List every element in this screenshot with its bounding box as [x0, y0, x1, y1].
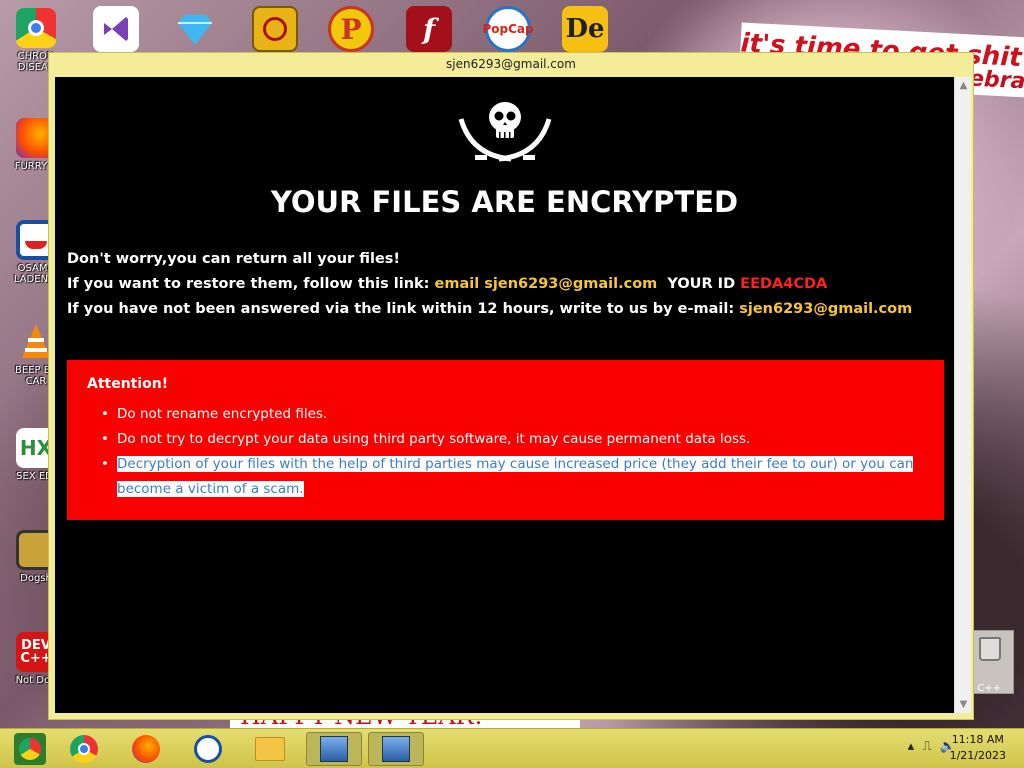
taskbar-chrome[interactable]: [58, 732, 110, 766]
ransom-note: YOUR FILES ARE ENCRYPTED Don't worry,you…: [55, 77, 954, 713]
visual-studio-icon[interactable]: [93, 6, 139, 52]
clock[interactable]: 11:18 AM 1/21/2023: [950, 732, 1006, 764]
setup-icon: [320, 736, 348, 762]
chrome-icon: [16, 8, 56, 48]
popcap-icon[interactable]: PopCap: [482, 6, 534, 52]
network-icon[interactable]: ⎍: [922, 739, 931, 754]
show-hidden-icons-icon[interactable]: ▴: [908, 739, 915, 754]
p-game-icon[interactable]: P: [328, 6, 374, 52]
ransom-window[interactable]: sjen6293@gmail.com YOUR FILES ARE ENCRYP…: [48, 52, 974, 720]
headline: YOUR FILES ARE ENCRYPTED: [270, 185, 739, 219]
diamond-icon[interactable]: [172, 6, 218, 52]
de-icon[interactable]: De: [562, 6, 608, 52]
setup-icon: [382, 736, 410, 762]
taskbar-app-1[interactable]: [306, 732, 362, 766]
taskbar-firefox[interactable]: [120, 732, 172, 766]
chrome-icon: [70, 735, 98, 763]
vertical-scrollbar[interactable]: ▲ ▼: [954, 77, 971, 713]
attention-item-selected: Decryption of your files with the help o…: [87, 452, 924, 502]
chinese-app-icon[interactable]: [252, 6, 298, 52]
clock-date: 1/21/2023: [949, 749, 1006, 762]
recycle-bin-icon: [979, 637, 1001, 661]
line-3: If you have not been answered via the li…: [67, 301, 913, 317]
window-title: sjen6293@gmail.com: [446, 57, 576, 71]
restore-email-link[interactable]: email sjen6293@gmail.com: [435, 276, 658, 292]
obama-logo-icon: [194, 735, 222, 763]
start-button[interactable]: [4, 732, 56, 766]
taskbar-obama[interactable]: [182, 732, 234, 766]
start-chrome-icon: [14, 733, 46, 765]
flash-icon[interactable]: f: [406, 6, 452, 52]
attention-item: Do not rename encrypted files.: [87, 402, 924, 427]
scroll-down-icon[interactable]: ▼: [955, 696, 972, 713]
attention-box: Attention! Do not rename encrypted files…: [67, 360, 944, 520]
firefox-icon: [132, 735, 160, 763]
clock-time: 11:18 AM: [951, 733, 1004, 746]
contact-email[interactable]: sjen6293@gmail.com: [739, 301, 912, 317]
attention-item: Do not try to decrypt your data using th…: [87, 427, 924, 452]
pirate-skull-icon: [458, 102, 552, 162]
line-2: If you want to restore them, follow this…: [67, 276, 828, 292]
taskbar: ▴ ⎍ 🔈 11:18 AM 1/21/2023: [0, 728, 1024, 768]
victim-id: EEDA4CDA: [740, 276, 828, 292]
attention-list: Do not rename encrypted files. Do not tr…: [87, 402, 924, 502]
scroll-up-icon[interactable]: ▲: [955, 77, 972, 94]
attention-title: Attention!: [87, 376, 169, 392]
line-1: Don't worry,you can return all your file…: [67, 251, 401, 267]
taskbar-app-2[interactable]: [368, 732, 424, 766]
taskbar-explorer[interactable]: [244, 732, 296, 766]
folder-icon: [255, 737, 285, 761]
